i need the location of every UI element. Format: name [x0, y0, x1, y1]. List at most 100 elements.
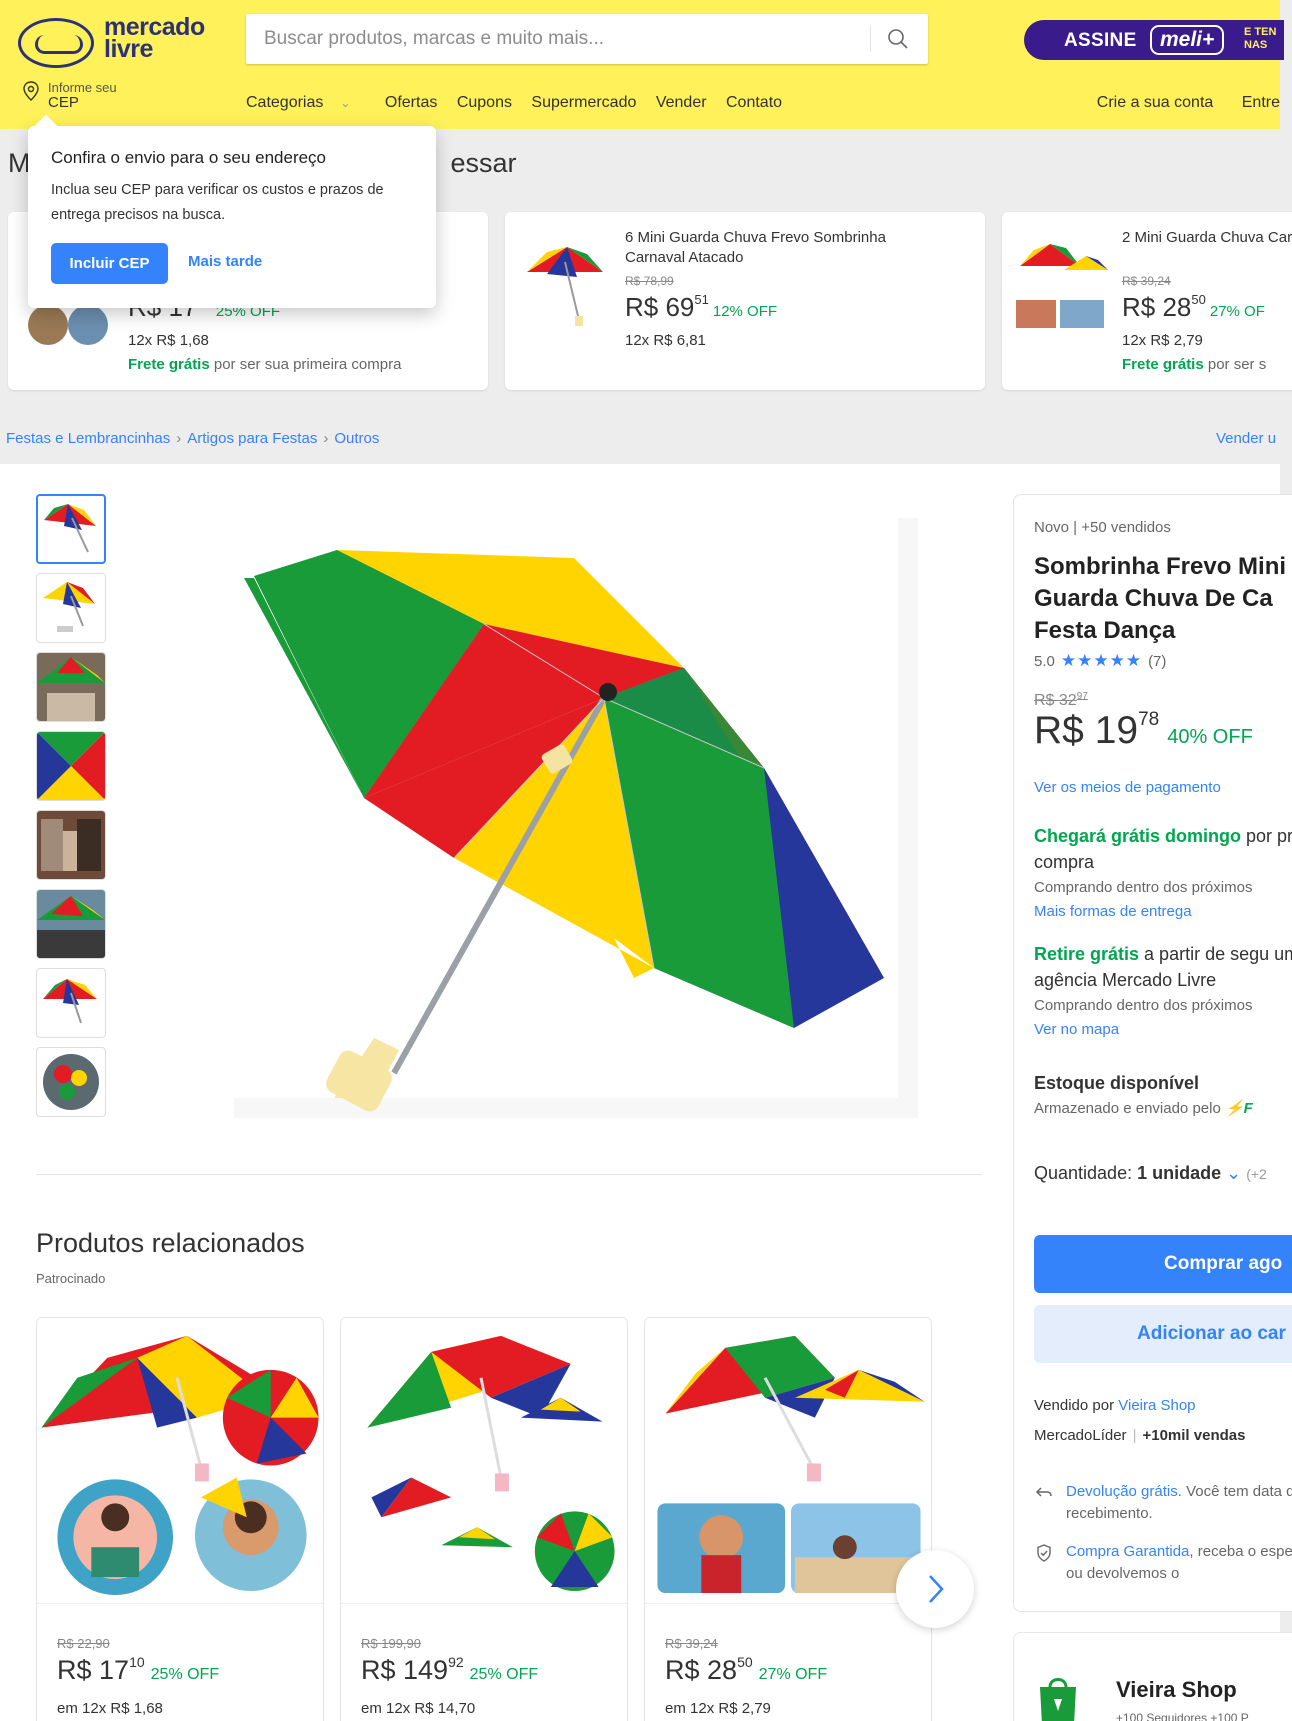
- nav-ofertas[interactable]: Ofertas: [385, 94, 437, 111]
- search-input[interactable]: [246, 14, 866, 64]
- free-return-info: Devolução grátis. Você tem data de receb…: [1034, 1481, 1292, 1525]
- page: mercado livre ASSINE meli+ E TEN NAS Inf…: [0, 0, 1292, 1721]
- delivery-bold: Chegará grátis domingo: [1034, 826, 1242, 846]
- gallery-thumbnail[interactable]: [36, 494, 106, 564]
- meli-plus-banner[interactable]: ASSINE meli+ E TEN NAS: [1024, 20, 1284, 60]
- sell-similar-link[interactable]: Vender u: [1216, 430, 1276, 447]
- nav-supermercado[interactable]: Supermercado: [531, 94, 636, 111]
- history-card[interactable]: 6 Mini Guarda Chuva Frevo Sombrinha Carn…: [505, 212, 985, 390]
- add-to-cart-button[interactable]: Adicionar ao car: [1034, 1305, 1292, 1363]
- payment-methods-link[interactable]: Ver os meios de pagamento: [1034, 779, 1221, 796]
- site-header: mercado livre ASSINE meli+ E TEN NAS Inf…: [0, 0, 1284, 129]
- guarantee-link[interactable]: Compra Garantida: [1066, 1543, 1189, 1560]
- price-cents: 92: [448, 1654, 464, 1670]
- delivery-info: Chegará grátis domingo por primeira comp…: [1034, 823, 1292, 875]
- gallery-thumbnail[interactable]: [36, 889, 106, 959]
- price-int: R$ 28: [665, 1655, 738, 1685]
- gallery-thumbnail[interactable]: [36, 652, 106, 722]
- installments: em 12x R$ 1,68: [57, 1700, 163, 1717]
- sold-by-label: Vendido por: [1034, 1397, 1119, 1414]
- seller-link[interactable]: Vieira Shop: [1118, 1397, 1195, 1414]
- product-thumbnail: [527, 247, 603, 326]
- quantity-selector[interactable]: Quantidade: 1 unidade ⌄ (+2: [1034, 1163, 1267, 1184]
- qty-value: 1 unidade: [1137, 1163, 1222, 1183]
- discount-badge: 27% OF: [1209, 303, 1265, 320]
- product-image: [341, 1318, 627, 1604]
- card-title: 2 Mini Guarda Chuva Carnaval Festa: [1122, 229, 1292, 246]
- shipping-note: por ser sua primeira compra: [209, 356, 402, 373]
- breadcrumb-item[interactable]: Artigos para Festas: [187, 430, 317, 447]
- buy-now-button[interactable]: Comprar ago: [1034, 1235, 1292, 1293]
- shop-stats: +100 Seguidores +100 P: [1116, 1711, 1249, 1721]
- umbrella-thumb-image: [37, 732, 105, 800]
- chevron-down-icon: ⌄: [340, 96, 351, 110]
- product-price: R$ 2850 27% OFF: [665, 1654, 827, 1686]
- rating-value: 5.0: [1034, 653, 1055, 670]
- buy-box: Novo | +50 vendidos Sombrinha Frevo Mini…: [1013, 494, 1292, 1612]
- umbrella-thumb-image: [43, 582, 95, 632]
- return-icon: [1035, 1487, 1052, 1497]
- main-product-image: [234, 518, 918, 1118]
- related-products-title: Produtos relacionados: [36, 1228, 305, 1258]
- card-old-price: R$ 39,24: [1122, 274, 1171, 288]
- condition-sold: Novo | +50 vendidos: [1034, 519, 1171, 536]
- rating[interactable]: 5.0 ★★★★★ (7): [1034, 651, 1166, 671]
- meli-plus-logo: meli+: [1150, 25, 1225, 55]
- shield-check-icon: [1037, 1544, 1051, 1562]
- handshake-icon: [18, 18, 94, 68]
- shop-bag-icon: [1040, 1678, 1076, 1721]
- include-cep-button[interactable]: Incluir CEP: [51, 243, 168, 284]
- search-icon[interactable]: [886, 27, 910, 51]
- price-int: R$ 69: [625, 292, 695, 322]
- nav-contato[interactable]: Contato: [726, 94, 782, 111]
- gallery-thumbnail[interactable]: [36, 573, 106, 643]
- card-title: 6 Mini Guarda Chuva Frevo Sombrinha Carn…: [625, 229, 886, 266]
- gallery-thumbnail[interactable]: [36, 810, 106, 880]
- discount-badge: 27% OFF: [758, 1666, 828, 1683]
- map-link[interactable]: Ver no mapa: [1034, 1021, 1119, 1038]
- chevron-right-icon: ›: [176, 430, 182, 447]
- card-shipping: Frete grátis por ser sua primeira compra: [128, 356, 401, 373]
- old-price: R$ 3297: [1034, 691, 1088, 710]
- old-price-cents: 97: [1076, 691, 1088, 702]
- create-account-link[interactable]: Crie a sua conta: [1097, 94, 1214, 111]
- old-price: R$ 199,90: [361, 1636, 421, 1651]
- cep-value: CEP: [48, 94, 79, 111]
- price-int: R$ 28: [1122, 292, 1192, 322]
- qty-label: Quantidade:: [1034, 1163, 1138, 1183]
- login-link[interactable]: Entre: [1242, 94, 1280, 111]
- seller-badge: MercadoLíder: [1034, 1427, 1127, 1444]
- nav-vender[interactable]: Vender: [656, 94, 707, 111]
- full-brand: F: [1243, 1100, 1253, 1117]
- product-thumbnail: [1016, 244, 1108, 328]
- free-return-link[interactable]: Devolução grátis.: [1066, 1483, 1182, 1500]
- discount-badge: 40% OFF: [1167, 726, 1253, 748]
- price-cents: 50: [737, 1654, 753, 1670]
- price-cents: 50: [1191, 292, 1206, 307]
- nav-categorias[interactable]: Categorias ⌄: [246, 94, 365, 111]
- related-product-card[interactable]: R$ 199,90 R$ 14992 25% OFF em 12x R$ 14,7…: [340, 1317, 628, 1721]
- nav-cupons[interactable]: Cupons: [457, 94, 512, 111]
- gallery-thumbnail[interactable]: [36, 1047, 106, 1117]
- discount-badge: 25% OFF: [469, 1666, 539, 1683]
- seller-shop-card[interactable]: Vieira Shop +100 Seguidores +100 P: [1013, 1632, 1292, 1721]
- old-price: R$ 39,24: [665, 1636, 718, 1651]
- history-card[interactable]: 2 Mini Guarda Chuva Carnaval Festa R$ 39…: [1002, 212, 1292, 390]
- gallery-thumbnail[interactable]: [36, 731, 106, 801]
- street-thumb-image: [37, 811, 105, 879]
- mercado-livre-logo[interactable]: mercado livre: [18, 14, 205, 70]
- gallery-thumbnail[interactable]: [36, 968, 106, 1038]
- breadcrumb-item[interactable]: Outros: [334, 430, 379, 447]
- pickup-note: Comprando dentro dos próximos: [1034, 997, 1253, 1014]
- related-product-card[interactable]: R$ 22,90 R$ 1710 25% OFF em 12x R$ 1,68: [36, 1317, 324, 1721]
- nav-label: Categorias: [246, 94, 324, 111]
- related-product-card[interactable]: R$ 39,24 R$ 2850 27% OFF em 12x R$ 2,79: [644, 1317, 932, 1721]
- later-button[interactable]: Mais tarde: [188, 253, 262, 270]
- pickup-info: Retire grátis a partir de segu uma agênc…: [1034, 941, 1292, 993]
- breadcrumb-item[interactable]: Festas e Lembrancinhas: [6, 430, 170, 447]
- umbrella-thumb-image: [43, 1054, 99, 1110]
- card-installments: 12x R$ 1,68: [128, 332, 209, 349]
- popover-title: Confira o envio para o seu endereço: [51, 148, 327, 167]
- delivery-options-link[interactable]: Mais formas de entrega: [1034, 903, 1192, 920]
- carousel-next-button[interactable]: [896, 1550, 974, 1628]
